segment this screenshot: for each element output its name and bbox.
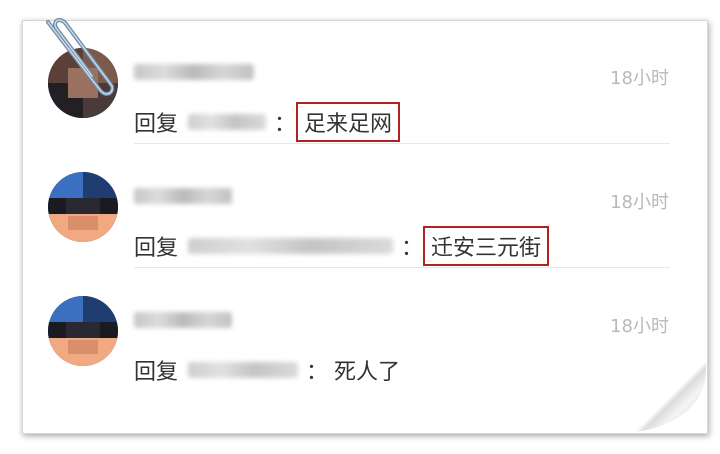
paperclip-icon [46, 18, 115, 96]
reply-target-blurred[interactable] [188, 114, 267, 130]
timestamp: 18小时 [610, 192, 669, 213]
comment-item-3[interactable]: 18小时 回复 ： 死人了 [22, 268, 706, 392]
reply-line: 回复 ： 死人了 [134, 354, 400, 386]
username-blurred[interactable] [134, 64, 254, 80]
reply-target-blurred[interactable] [188, 362, 299, 378]
reply-label: 回复 [134, 236, 179, 261]
reply-target-blurred[interactable] [188, 238, 394, 254]
timestamp: 18小时 [610, 316, 669, 337]
reply-line: 回复 ： 迁安三元街 [134, 226, 550, 266]
comment-text-highlighted: 足来足网 [296, 102, 401, 142]
comment-item-2[interactable]: 18小时 回复 ： 迁安三元街 [22, 144, 706, 268]
reply-label: 回复 [134, 360, 179, 385]
comment-text-highlighted: 迁安三元街 [423, 226, 550, 266]
reply-colon: ： [401, 236, 424, 261]
avatar[interactable] [48, 296, 118, 366]
reply-line: 回复 ： 足来足网 [134, 102, 401, 142]
timestamp: 18小时 [610, 68, 669, 89]
username-blurred[interactable] [134, 312, 232, 328]
reply-label: 回复 [134, 112, 179, 137]
reply-colon: ： [306, 360, 329, 385]
avatar[interactable] [48, 172, 118, 242]
reply-colon: ： [274, 112, 297, 137]
comment-text: 死人了 [334, 360, 401, 385]
comment-item-1[interactable]: 18小时 回复 ： 足来足网 [22, 20, 706, 144]
username-blurred[interactable] [134, 188, 232, 204]
